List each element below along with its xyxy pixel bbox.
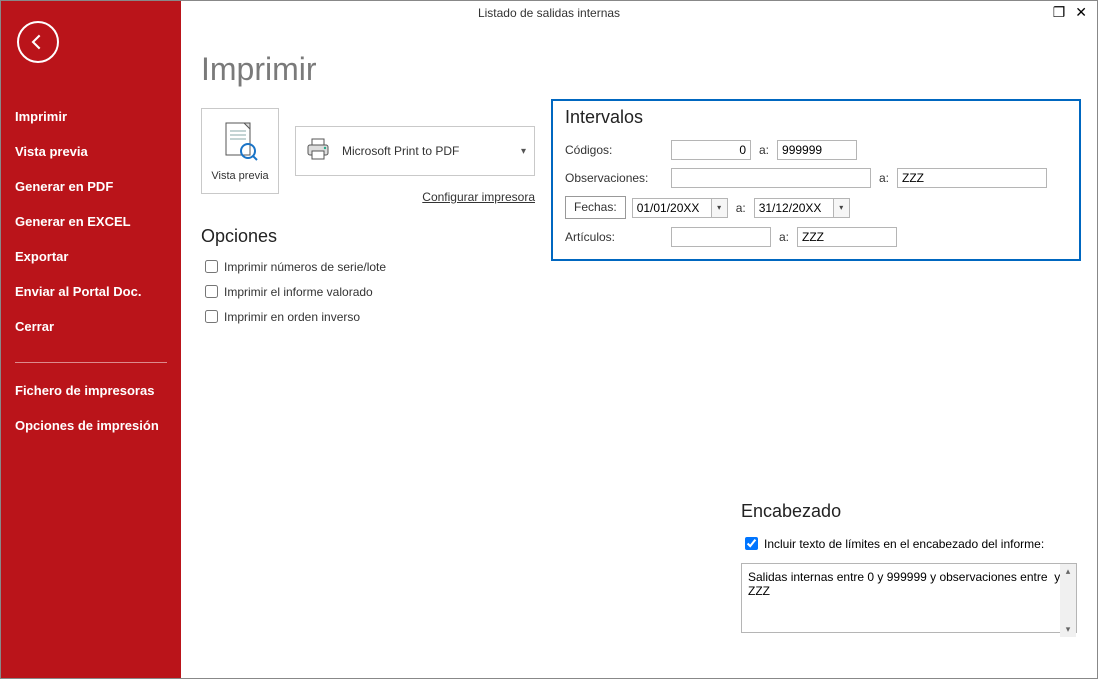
- sidebar-item-opciones[interactable]: Opciones de impresión: [1, 408, 181, 443]
- fechas-from-dropdown[interactable]: ▾: [712, 198, 728, 218]
- fechas-button[interactable]: Fechas:: [565, 196, 626, 219]
- window-restore-icon[interactable]: ❐: [1053, 5, 1066, 19]
- codigos-to-input[interactable]: [777, 140, 857, 160]
- articulos-from-input[interactable]: [671, 227, 771, 247]
- fechas-from-input[interactable]: [632, 198, 712, 218]
- range-sep: a:: [759, 143, 769, 157]
- printer-icon: [304, 137, 332, 166]
- observaciones-label: Observaciones:: [565, 171, 665, 185]
- encabezado-include-limits[interactable]: Incluir texto de límites en el encabezad…: [741, 534, 1077, 553]
- scroll-down-icon[interactable]: ▾: [1060, 622, 1076, 637]
- main-panel: Imprimir Vista previa: [181, 1, 1097, 678]
- option-serial-lot-checkbox[interactable]: [205, 260, 218, 273]
- preview-button[interactable]: Vista previa: [201, 108, 279, 194]
- option-reverse-order[interactable]: Imprimir en orden inverso: [201, 307, 1077, 326]
- window-title: Listado de salidas internas: [1, 1, 1097, 25]
- configure-printer-link[interactable]: Configurar impresora: [295, 190, 535, 204]
- encabezado-text-area[interactable]: [741, 563, 1077, 633]
- sidebar-item-fichero[interactable]: Fichero de impresoras: [1, 373, 181, 408]
- window-close-icon[interactable]: ✕: [1075, 5, 1087, 19]
- encabezado-include-limits-label: Incluir texto de límites en el encabezad…: [764, 537, 1044, 551]
- encabezado-panel: Encabezado Incluir texto de límites en e…: [741, 501, 1077, 638]
- range-sep: a:: [779, 230, 789, 244]
- back-button[interactable]: [17, 21, 59, 63]
- preview-label: Vista previa: [211, 170, 268, 182]
- printer-selected-label: Microsoft Print to PDF: [342, 144, 459, 158]
- intervals-panel: Intervalos Códigos: a: Observaciones: a:…: [551, 99, 1081, 261]
- fechas-to-dropdown[interactable]: ▾: [834, 198, 850, 218]
- codigos-from-input[interactable]: [671, 140, 751, 160]
- codigos-label: Códigos:: [565, 143, 665, 157]
- arrow-left-icon: [28, 32, 48, 52]
- range-sep: a:: [879, 171, 889, 185]
- range-sep: a:: [736, 201, 746, 215]
- sidebar-item-portal[interactable]: Enviar al Portal Doc.: [1, 274, 181, 309]
- option-reverse-order-label: Imprimir en orden inverso: [224, 310, 360, 324]
- printer-select[interactable]: Microsoft Print to PDF ▾: [295, 126, 535, 176]
- option-valued-report-checkbox[interactable]: [205, 285, 218, 298]
- encabezado-title: Encabezado: [741, 501, 1077, 522]
- sidebar-item-vista[interactable]: Vista previa: [1, 134, 181, 169]
- sidebar-item-excel[interactable]: Generar en EXCEL: [1, 204, 181, 239]
- option-valued-report[interactable]: Imprimir el informe valorado: [201, 282, 1077, 301]
- encabezado-include-limits-checkbox[interactable]: [745, 537, 758, 550]
- sidebar: Imprimir Vista previa Generar en PDF Gen…: [1, 1, 181, 678]
- articulos-to-input[interactable]: [797, 227, 897, 247]
- observaciones-to-input[interactable]: [897, 168, 1047, 188]
- option-valued-report-label: Imprimir el informe valorado: [224, 285, 373, 299]
- option-reverse-order-checkbox[interactable]: [205, 310, 218, 323]
- textarea-scrollbar[interactable]: ▴ ▾: [1060, 564, 1076, 637]
- option-serial-lot-label: Imprimir números de serie/lote: [224, 260, 386, 274]
- sidebar-item-exportar[interactable]: Exportar: [1, 239, 181, 274]
- fechas-to-input[interactable]: [754, 198, 834, 218]
- intervals-title: Intervalos: [565, 107, 1067, 128]
- scroll-up-icon[interactable]: ▴: [1060, 564, 1076, 579]
- page-title: Imprimir: [201, 51, 1077, 88]
- sidebar-item-imprimir[interactable]: Imprimir: [1, 99, 181, 134]
- sidebar-item-pdf[interactable]: Generar en PDF: [1, 169, 181, 204]
- articulos-label: Artículos:: [565, 230, 665, 244]
- sidebar-item-cerrar[interactable]: Cerrar: [1, 309, 181, 344]
- sidebar-separator: [15, 362, 167, 363]
- document-preview-icon: [222, 121, 258, 166]
- chevron-down-icon: ▾: [521, 146, 526, 157]
- observaciones-from-input[interactable]: [671, 168, 871, 188]
